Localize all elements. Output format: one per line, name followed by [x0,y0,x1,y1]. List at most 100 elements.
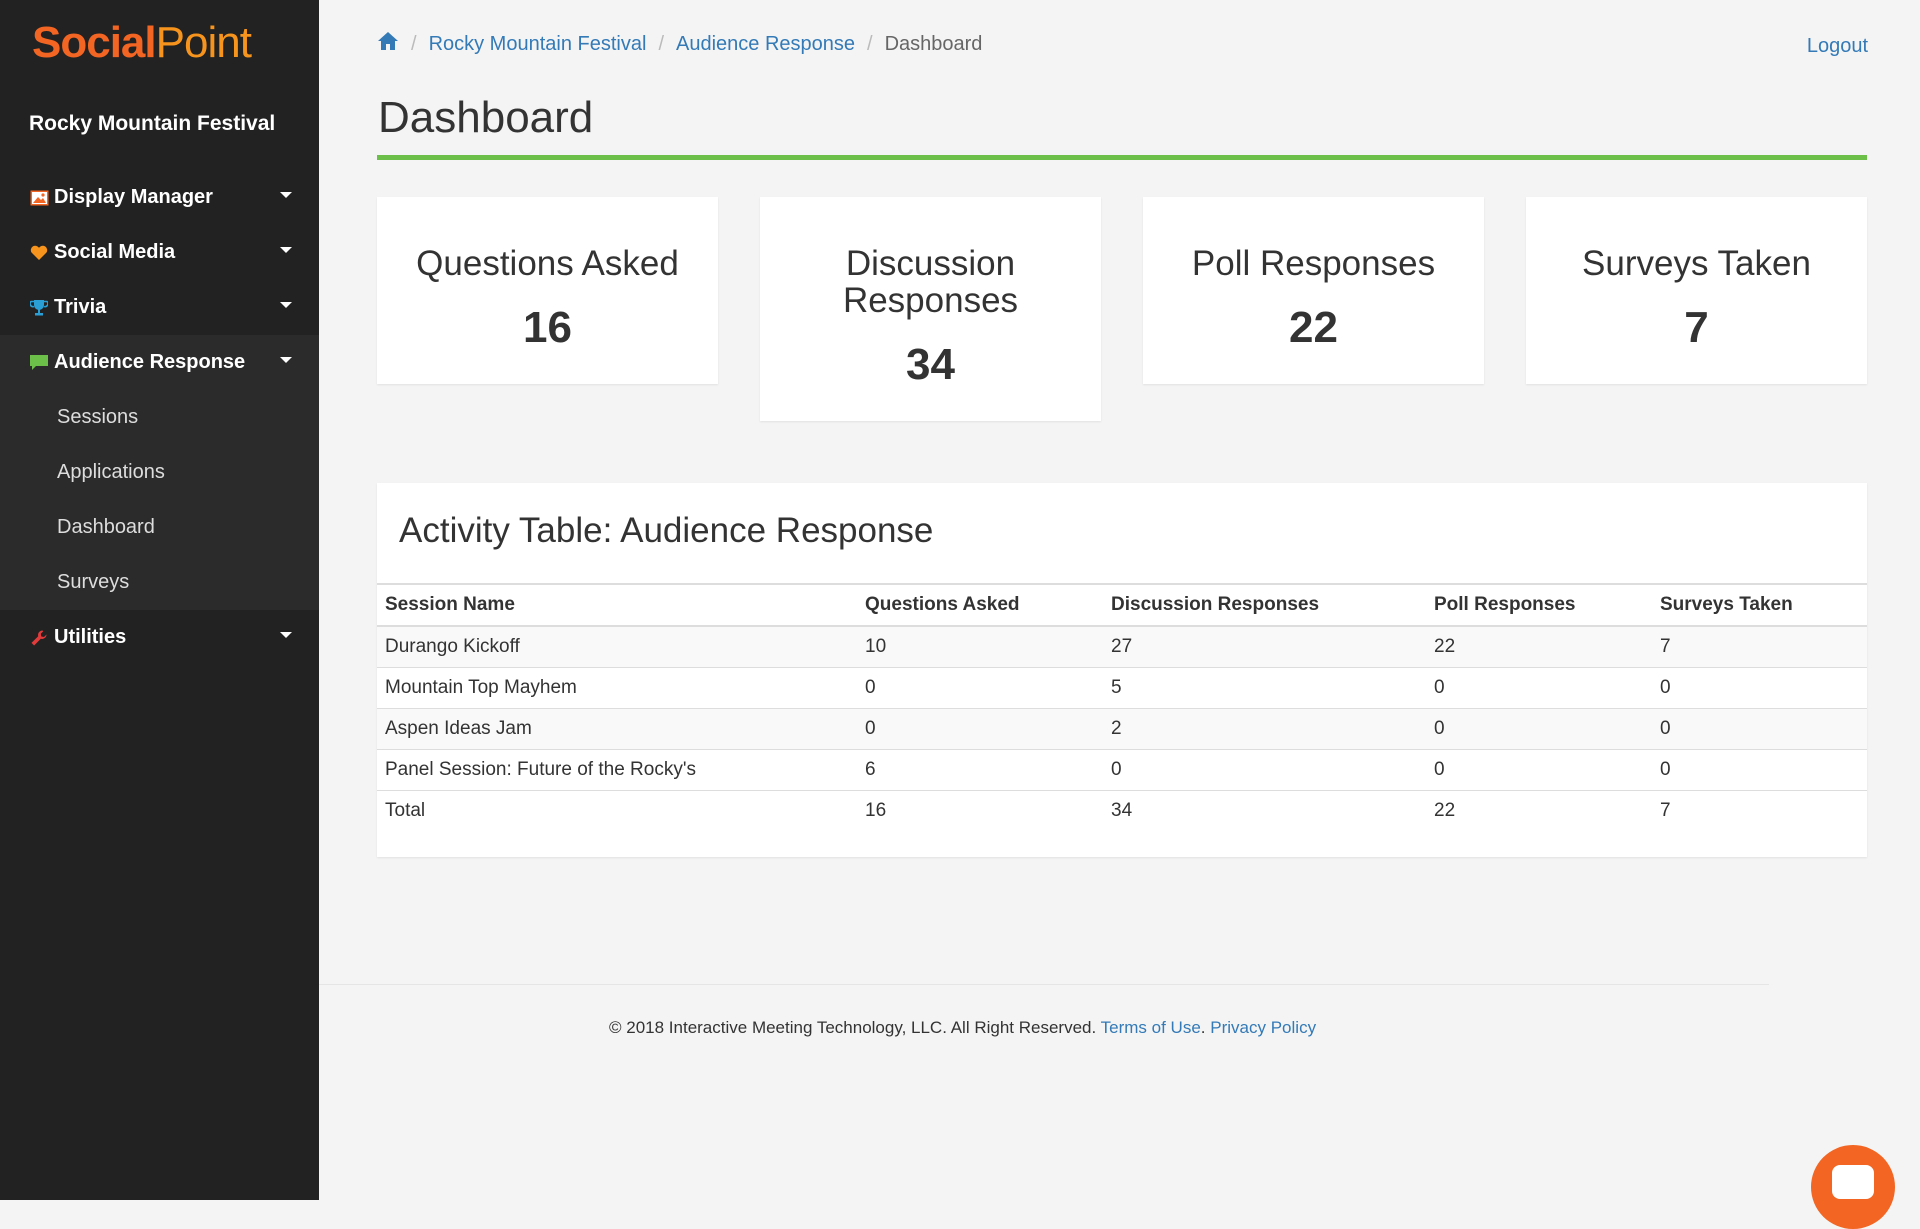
table-total-row: Total 16 34 22 7 [377,790,1867,831]
table-cell: 2 [1103,708,1426,750]
table-cell: 22 [1426,625,1652,668]
table-cell: 0 [1652,749,1867,791]
breadcrumb-separator: / [411,32,417,55]
table-cell: 22 [1426,790,1652,831]
caret-down-icon [280,301,292,308]
sidebar: SocialPoint Rocky Mountain Festival Disp… [0,0,319,1200]
column-header: Questions Asked [857,583,1103,627]
event-name: Rocky Mountain Festival [29,112,276,135]
column-header: Discussion Responses [1103,583,1426,627]
table-cell: 5 [1103,667,1426,709]
wrench-icon [29,628,49,648]
sidebar-item-label: Display Manager [54,186,213,208]
privacy-policy-link[interactable]: Privacy Policy [1210,1018,1316,1037]
sidebar-nav: Display Manager Social Media Trivia Audi… [0,170,319,665]
stat-card-questions-asked: Questions Asked 16 [377,197,718,384]
table-cell: Mountain Top Mayhem [377,667,857,709]
heart-icon [29,243,49,263]
audience-response-submenu: Sessions Applications Dashboard Surveys [0,390,319,610]
caret-down-icon [280,246,292,253]
page-title: Dashboard [378,93,594,142]
caret-down-icon [280,356,292,363]
table-cell: 0 [1426,667,1652,709]
table-row: Panel Session: Future of the Rocky's 6 0… [377,749,1867,791]
breadcrumb: / Rocky Mountain Festival / Audience Res… [377,31,982,57]
table-cell: 0 [1652,708,1867,750]
sidebar-item-label: Trivia [54,296,107,318]
table-cell: 7 [1652,790,1867,831]
socialpoint-logo[interactable]: SocialPoint [32,18,252,68]
table-cell: 0 [857,708,1103,750]
table-cell: Durango Kickoff [377,625,857,668]
caret-down-icon [280,191,292,198]
table-cell: 0 [857,667,1103,709]
chat-widget-button[interactable] [1811,1145,1895,1229]
footer-divider [319,984,1769,985]
trophy-icon [29,298,49,318]
sidebar-item-utilities[interactable]: Utilities [0,610,319,665]
activity-table-panel: Activity Table: Audience Response Sessio… [377,483,1867,857]
table-cell: Panel Session: Future of the Rocky's [377,749,857,791]
stat-value: 22 [1289,303,1338,352]
table-cell: 6 [857,749,1103,791]
sidebar-item-audience-response[interactable]: Audience Response [0,335,319,390]
footer-dot: . [1200,1018,1206,1037]
table-row: Aspen Ideas Jam 0 2 0 0 [377,708,1867,750]
column-header: Session Name [377,583,857,627]
stat-label: Surveys Taken [1582,244,1811,283]
sidebar-item-trivia[interactable]: Trivia [0,280,319,335]
logout-link[interactable]: Logout [1807,35,1868,58]
column-header: Poll Responses [1426,583,1652,627]
logo-part-social: Social [32,18,157,67]
table-row: Durango Kickoff 10 27 22 7 [377,625,1867,668]
sidebar-item-social-media[interactable]: Social Media [0,225,319,280]
home-icon[interactable] [377,31,399,57]
table-cell: 0 [1426,708,1652,750]
footer: © 2018 Interactive Meeting Technology, L… [609,1018,1316,1038]
stat-card-surveys-taken: Surveys Taken 7 [1526,197,1867,384]
table-cell: 7 [1652,625,1867,668]
sidebar-subitem-surveys[interactable]: Surveys [0,555,319,610]
table-cell: 10 [857,625,1103,668]
terms-of-use-link[interactable]: Terms of Use [1101,1018,1201,1037]
sidebar-subitem-applications[interactable]: Applications [0,445,319,500]
stat-value: 7 [1684,303,1709,352]
sidebar-subitem-dashboard[interactable]: Dashboard [0,500,319,555]
breadcrumb-current: Dashboard [884,32,983,55]
sidebar-item-label: Audience Response [54,351,246,373]
table-cell: 0 [1103,749,1426,791]
title-divider [377,155,1867,160]
table-cell: 27 [1103,625,1426,668]
breadcrumb-link-audience-response[interactable]: Audience Response [676,33,855,56]
table-cell: 0 [1652,667,1867,709]
footer-copyright: © 2018 Interactive Meeting Technology, L… [609,1018,1097,1037]
stat-card-poll-responses: Poll Responses 22 [1143,197,1484,384]
stat-value: 34 [906,340,955,389]
activity-table: Session Name Questions Asked Discussion … [377,583,1867,831]
breadcrumb-separator: / [658,32,664,55]
sidebar-subitem-sessions[interactable]: Sessions [0,390,319,445]
table-row: Mountain Top Mayhem 0 5 0 0 [377,667,1867,709]
stat-label: Questions Asked [416,244,679,283]
table-cell: Aspen Ideas Jam [377,708,857,750]
chat-icon [1832,1165,1874,1199]
comment-icon [29,353,49,373]
table-cell: 0 [1426,749,1652,791]
table-header-row: Session Name Questions Asked Discussion … [377,583,1867,627]
stat-label: Discussion Responses [842,244,1019,320]
column-header: Surveys Taken [1652,583,1867,627]
sidebar-item-label: Utilities [54,626,127,648]
caret-down-icon [280,631,292,638]
sidebar-item-label: Social Media [54,241,176,263]
stat-label: Poll Responses [1191,244,1436,283]
table-cell: 34 [1103,790,1426,831]
stat-value: 16 [523,303,572,352]
breadcrumb-separator: / [867,32,873,55]
picture-icon [29,188,49,208]
table-cell: Total [377,790,857,831]
logo-part-point: Point [155,18,252,67]
table-cell: 16 [857,790,1103,831]
sidebar-item-display-manager[interactable]: Display Manager [0,170,319,225]
breadcrumb-link-event[interactable]: Rocky Mountain Festival [429,33,647,56]
stat-card-discussion-responses: Discussion Responses 34 [760,197,1101,421]
